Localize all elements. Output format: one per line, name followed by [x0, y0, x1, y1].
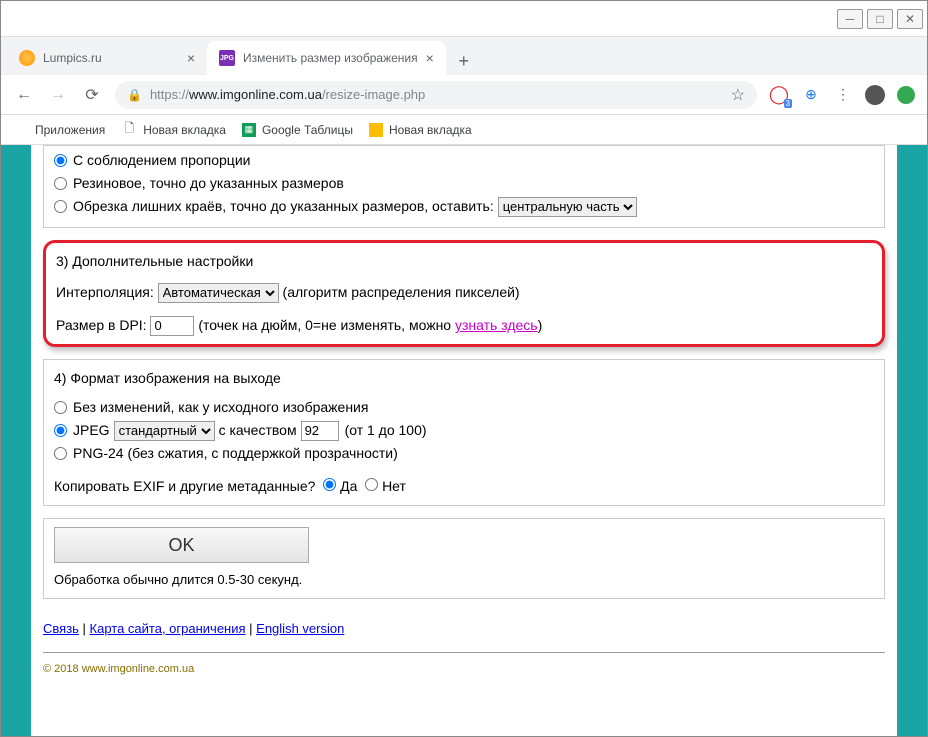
radio-exif-no[interactable]	[365, 478, 378, 491]
submit-section: OK Обработка обычно длится 0.5-30 секунд…	[43, 518, 885, 599]
opera-ext-icon[interactable]: ◯3	[769, 85, 789, 105]
jpeg-type-select[interactable]: стандартный	[114, 421, 215, 441]
bookmark-sheets[interactable]: ▦Google Таблицы	[242, 123, 353, 137]
radio-nochange[interactable]	[54, 401, 67, 414]
radio-rubber[interactable]	[54, 177, 67, 190]
label: Да	[340, 478, 357, 494]
ok-button[interactable]: OK	[54, 527, 309, 563]
label: Интерполяция:	[56, 284, 154, 300]
minimize-button[interactable]: ─	[837, 9, 863, 29]
new-tab-button[interactable]: +	[450, 47, 478, 75]
section-title: 4) Формат изображения на выходе	[54, 368, 874, 389]
sitemap-link[interactable]: Карта сайта, ограничения	[90, 621, 246, 636]
favicon-jpg: JPG	[219, 50, 235, 66]
label: )	[538, 317, 543, 333]
globe-ext-icon[interactable]: ⊕	[801, 85, 821, 105]
contact-link[interactable]: Связь	[43, 621, 79, 636]
reload-button[interactable]: ⟳	[81, 84, 103, 106]
back-button[interactable]: ←	[13, 84, 35, 106]
quality-input[interactable]	[301, 421, 339, 441]
close-button[interactable]: ✕	[897, 9, 923, 29]
radio-proportion[interactable]	[54, 154, 67, 167]
label: Без изменений, как у исходного изображен…	[73, 397, 368, 418]
browser-tabs: Lumpics.ru × JPG Изменить размер изображ…	[1, 37, 927, 75]
copyright: © 2018 www.imgonline.com.ua	[43, 657, 885, 695]
section-4-format: 4) Формат изображения на выходе Без изме…	[43, 359, 885, 506]
section-2-partial: С соблюдением пропорции Резиновое, точно…	[43, 145, 885, 228]
lock-icon: 🔒	[127, 88, 142, 102]
label: Обрезка лишних краёв, точно до указанных…	[73, 196, 494, 217]
label: С соблюдением пропорции	[73, 150, 250, 171]
divider	[43, 652, 885, 653]
maximize-button[interactable]: □	[867, 9, 893, 29]
processing-hint: Обработка обычно длится 0.5-30 секунд.	[54, 572, 302, 587]
tab-imgonline[interactable]: JPG Изменить размер изображения ×	[207, 41, 446, 75]
window-titlebar: ─ □ ✕	[1, 1, 927, 37]
bookmark-star-icon[interactable]: ☆	[731, 85, 745, 105]
label: Резиновое, точно до указанных размеров	[73, 173, 344, 194]
label: JPEG	[73, 420, 110, 441]
extensions: ◯3 ⊕ ⋮	[769, 85, 915, 105]
dpi-input[interactable]	[150, 316, 194, 336]
address-bar-row: ← → ⟳ 🔒 https://www.imgonline.com.ua/res…	[1, 75, 927, 115]
tab-close-icon[interactable]: ×	[426, 50, 434, 66]
page-icon: 🗋	[121, 122, 137, 138]
tab-lumpics[interactable]: Lumpics.ru ×	[7, 41, 207, 75]
label: Размер в DPI:	[56, 317, 147, 333]
bookmark-new-tab-1[interactable]: 🗋Новая вкладка	[121, 122, 226, 138]
interpolation-select[interactable]: Автоматическая	[158, 283, 279, 303]
page-icon	[369, 123, 383, 137]
hint: (точек на дюйм, 0=не изменять, можно	[198, 317, 455, 333]
english-link[interactable]: English version	[256, 621, 344, 636]
url-bar[interactable]: 🔒 https://www.imgonline.com.ua/resize-im…	[115, 81, 757, 109]
section-title: 3) Дополнительные настройки	[56, 251, 872, 272]
green-ext-icon[interactable]	[897, 86, 915, 104]
hint: (от 1 до 100)	[345, 420, 427, 441]
tab-close-icon[interactable]: ×	[187, 50, 195, 66]
label: Копировать EXIF и другие метаданные?	[54, 478, 315, 494]
favicon-lumpics	[19, 50, 35, 66]
label: Нет	[382, 478, 406, 494]
section-3-additional: 3) Дополнительные настройки Интерполяция…	[43, 240, 885, 347]
bookmarks-bar: Приложения 🗋Новая вкладка ▦Google Таблиц…	[1, 115, 927, 145]
url-text: https://www.imgonline.com.ua/resize-imag…	[150, 87, 425, 102]
avatar-icon[interactable]	[865, 85, 885, 105]
dpi-learn-link[interactable]: узнать здесь	[455, 317, 538, 333]
crop-position-select[interactable]: центральную часть	[498, 197, 637, 217]
forward-button[interactable]: →	[47, 84, 69, 106]
apps-icon	[13, 122, 29, 138]
label: PNG-24 (без сжатия, с поддержкой прозрач…	[73, 443, 398, 464]
radio-png[interactable]	[54, 447, 67, 460]
footer-links: Связь | Карта сайта, ограничения | Engli…	[43, 611, 885, 646]
tab-title: Изменить размер изображения	[243, 51, 418, 65]
radio-exif-yes[interactable]	[323, 478, 336, 491]
tab-title: Lumpics.ru	[43, 51, 179, 65]
bookmark-new-tab-2[interactable]: Новая вкладка	[369, 123, 472, 137]
menu-icon[interactable]: ⋮	[833, 85, 853, 105]
radio-jpeg[interactable]	[54, 424, 67, 437]
radio-crop[interactable]	[54, 200, 67, 213]
hint: (алгоритм распределения пикселей)	[283, 284, 520, 300]
label: с качеством	[219, 420, 297, 441]
page-content: С соблюдением пропорции Резиновое, точно…	[1, 145, 927, 736]
apps-button[interactable]: Приложения	[13, 122, 105, 138]
sheets-icon: ▦	[242, 123, 256, 137]
